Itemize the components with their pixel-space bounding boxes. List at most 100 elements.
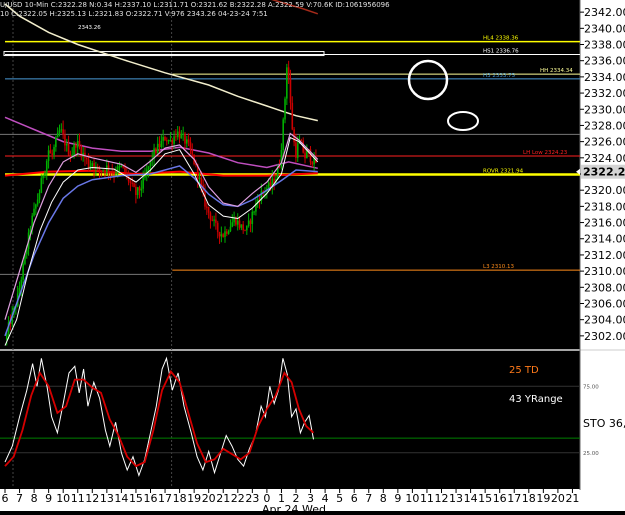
time-tick-label: 16	[493, 492, 507, 505]
candle-body	[126, 173, 128, 174]
price-tick-label: 2320.00	[584, 184, 625, 197]
candle-body	[248, 221, 250, 226]
candle-body	[217, 223, 219, 232]
sto-tick-75: 75.00	[583, 384, 599, 390]
candle-body	[199, 178, 201, 179]
price-tick-label: 2306.00	[584, 297, 625, 310]
candle-body	[86, 158, 88, 159]
candle-body	[181, 134, 183, 139]
candle-body	[131, 183, 133, 184]
time-tick-label: 15	[129, 492, 143, 505]
candle-body	[59, 130, 61, 132]
candle-body	[291, 103, 293, 129]
candle-body	[102, 170, 104, 171]
time-tick-label: 21	[216, 492, 230, 505]
time-tick-label: 20	[551, 492, 565, 505]
candle-body	[253, 212, 255, 213]
candle-body	[191, 150, 193, 155]
time-tick-label: 21	[565, 492, 579, 505]
candle-body	[73, 145, 75, 155]
time-tick-label: 6	[351, 492, 358, 505]
price-tick-label: 2332.00	[584, 87, 625, 100]
candle-body	[230, 227, 232, 231]
candle-body	[239, 221, 241, 228]
candle-body	[119, 166, 121, 167]
candle-body	[268, 182, 270, 188]
candle-body	[170, 140, 172, 141]
candle-body	[41, 178, 43, 193]
time-tick-label: 13	[449, 492, 463, 505]
candle-body	[101, 170, 103, 171]
candle-body	[231, 222, 233, 226]
candle-body	[179, 132, 181, 139]
candle-body	[70, 155, 72, 156]
price-tick-label: 2326.00	[584, 136, 625, 149]
time-tick-label: 22	[231, 492, 245, 505]
candle-body	[250, 221, 252, 224]
level-label: H3 2333.75	[483, 73, 516, 79]
candle-body	[210, 213, 212, 220]
candle-body	[182, 134, 184, 135]
time-tick-label: 5	[336, 492, 343, 505]
price-tick-label: 2330.00	[584, 103, 625, 116]
candle-body	[20, 280, 22, 288]
price-tick-label: 2304.00	[584, 314, 625, 327]
time-tick-label: 7	[365, 492, 372, 505]
candle-body	[162, 137, 164, 141]
price-tick-label: 2324.00	[584, 152, 625, 165]
candle-body	[57, 133, 59, 138]
candle-body	[161, 141, 163, 147]
candle-body	[188, 139, 190, 142]
candle-body	[50, 150, 52, 153]
candle-body	[159, 144, 161, 147]
candle-body	[144, 176, 146, 178]
time-tick-label: 13	[100, 492, 114, 505]
candle-body	[51, 153, 53, 154]
candle-body	[111, 172, 113, 173]
candle-body	[186, 139, 188, 143]
candle-body	[66, 144, 68, 145]
time-tick-label: 20	[202, 492, 216, 505]
price-tick-label: 2308.00	[584, 281, 625, 294]
candle-body	[177, 132, 179, 137]
price-tick-label: 2336.00	[584, 55, 625, 68]
candle-body	[33, 209, 35, 216]
candle-body	[142, 178, 144, 189]
price-tick-label: 2316.00	[584, 217, 625, 230]
candle-body	[237, 221, 239, 225]
candle-body	[91, 163, 93, 166]
level-label: HL4 2338.36	[483, 36, 519, 42]
candle-body	[141, 189, 143, 191]
candle-body	[284, 99, 286, 120]
time-tick-label: 12	[435, 492, 449, 505]
candle-body	[246, 226, 248, 230]
sto-td-label: 25 TD	[509, 365, 539, 376]
price-tick-label: 2338.00	[584, 39, 625, 52]
candle-body	[224, 231, 226, 237]
time-tick-label: 15	[478, 492, 492, 505]
candle-body	[304, 153, 306, 159]
time-tick-label: 11	[71, 492, 85, 505]
candle-body	[201, 178, 203, 185]
level-label: ROVR 2321.94	[483, 168, 524, 174]
time-tick-label: 8	[31, 492, 38, 505]
level-label: HS1 2336.76	[483, 49, 519, 55]
candle-body	[75, 145, 77, 148]
candle-body	[35, 204, 37, 208]
candle-body	[228, 231, 230, 234]
time-tick-label: 8	[380, 492, 387, 505]
candle-body	[251, 212, 253, 224]
candle-body	[226, 231, 228, 233]
sto-yrange-label: 43 YRange	[509, 394, 563, 405]
candle-body	[311, 162, 313, 164]
price-tick-label: 2328.00	[584, 119, 625, 132]
candle-body	[124, 167, 126, 172]
candle-body	[121, 166, 123, 167]
price-tick-label: 2340.00	[584, 22, 625, 35]
time-tick-label: 11	[420, 492, 434, 505]
time-tick-label: 17	[507, 492, 521, 505]
price-tick-label: 2310.00	[584, 265, 625, 278]
sto-tick-25: 25.00	[583, 451, 599, 457]
candle-body	[68, 144, 70, 155]
time-tick-label: 9	[45, 492, 52, 505]
